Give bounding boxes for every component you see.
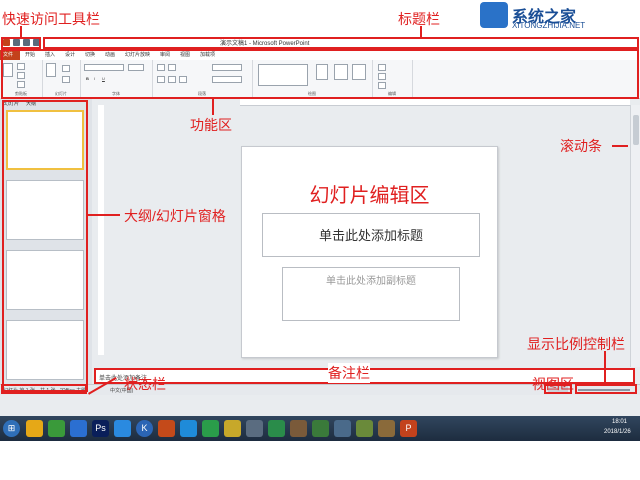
app-icon[interactable]: [268, 420, 285, 437]
scroll-thumb[interactable]: [633, 115, 639, 145]
app-icon[interactable]: K: [136, 420, 153, 437]
browser-icon[interactable]: [70, 420, 87, 437]
explorer-icon[interactable]: [26, 420, 43, 437]
watermark-url: XITONGZHIJIA.NET: [512, 21, 586, 30]
subtitle-placeholder[interactable]: 单击此处添加副标题: [282, 267, 460, 321]
title-placeholder[interactable]: 单击此处添加标题: [262, 213, 480, 257]
app-icon[interactable]: [180, 420, 197, 437]
pointer-line: [20, 26, 22, 37]
annotation-quick-access: 快速访问工具栏: [2, 11, 100, 27]
app-icon[interactable]: [334, 420, 351, 437]
clock-date: 2018/1/26: [604, 429, 631, 435]
watermark-logo: [480, 2, 508, 28]
titlebar-highlight: [43, 37, 639, 49]
annotation-notes-bar: 备注栏: [328, 363, 370, 383]
app-icon[interactable]: [202, 420, 219, 437]
status-highlight: [1, 384, 87, 394]
annotation-view-area: 视图区: [532, 376, 574, 392]
ribbon-highlight: [1, 49, 639, 99]
slide-canvas[interactable]: 幻灯片编辑区 单击此处添加标题 单击此处添加副标题: [241, 146, 498, 358]
app-icon[interactable]: [290, 420, 307, 437]
start-button[interactable]: ⊞: [3, 420, 20, 437]
vertical-ruler: [98, 105, 104, 355]
pane-highlight: [2, 100, 88, 392]
windows-taskbar: ⊞ Ps K P 18:01 2018/1/26: [0, 416, 640, 441]
annotation-zoom-control: 显示比例控制栏: [527, 336, 625, 352]
photoshop-icon[interactable]: Ps: [92, 420, 109, 437]
app-icon[interactable]: [158, 420, 175, 437]
pointer-arrow: [88, 214, 120, 216]
pointer-line: [212, 99, 214, 115]
annotation-status-bar: 状态栏: [124, 376, 166, 392]
pointer-arrow: [612, 145, 628, 147]
app-icon[interactable]: [224, 420, 241, 437]
annotation-ribbon: 功能区: [190, 117, 232, 133]
horizontal-ruler: [240, 99, 630, 106]
pointer-line: [420, 26, 422, 37]
qat-highlight: [1, 37, 41, 49]
annotation-scrollbar: 滚动条: [560, 138, 602, 154]
zoom-highlight: [575, 384, 637, 394]
app-icon[interactable]: [378, 420, 395, 437]
app-icon[interactable]: [48, 420, 65, 437]
annotation-title-bar: 标题栏: [398, 11, 440, 27]
vertical-scrollbar[interactable]: [630, 105, 640, 367]
clock-time: 18:01: [612, 419, 628, 425]
powerpoint-icon[interactable]: P: [400, 420, 417, 437]
app-icon[interactable]: [114, 420, 131, 437]
annotation-outline-pane: 大纲/幻灯片窗格: [124, 208, 226, 224]
app-icon[interactable]: [356, 420, 373, 437]
app-icon[interactable]: [246, 420, 263, 437]
slide-edit-area-label: 幻灯片编辑区: [309, 185, 430, 207]
app-icon[interactable]: [312, 420, 329, 437]
pointer-line: [604, 351, 606, 384]
